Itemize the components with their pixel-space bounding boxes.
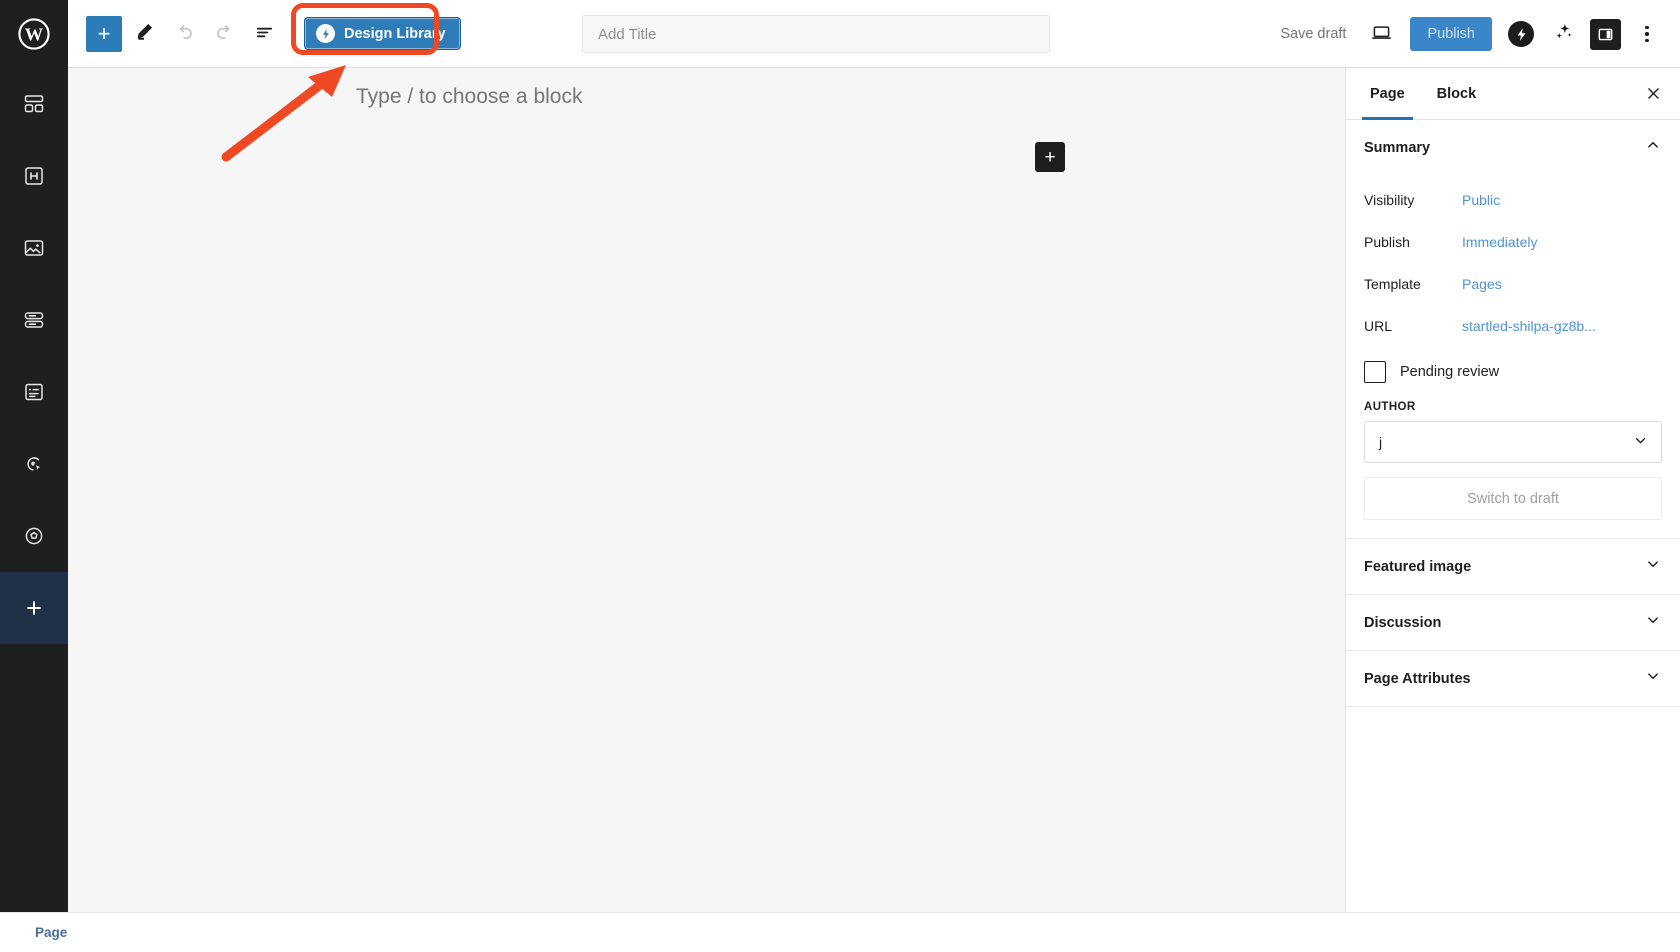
settings-sidebar: Page Block Summary Visibility Public Pub… (1345, 68, 1680, 912)
svg-text:W: W (25, 25, 44, 45)
publish-button[interactable]: Publish (1410, 17, 1492, 51)
discussion-section-header[interactable]: Discussion (1346, 595, 1680, 650)
three-dots-vertical-icon (1645, 25, 1649, 43)
save-draft-button[interactable]: Save draft (1268, 18, 1358, 50)
top-bar-right-tools: Save draft Publish (1268, 0, 1666, 68)
rail-item-interaction[interactable] (0, 428, 68, 500)
editor-bottom-bar: Page (0, 912, 1680, 952)
visibility-value[interactable]: Public (1462, 192, 1500, 208)
url-value[interactable]: startled-shilpa-gz8b... (1462, 318, 1596, 334)
summary-row-url: URL startled-shilpa-gz8b... (1364, 305, 1662, 347)
summary-row-template: Template Pages (1364, 263, 1662, 305)
rail-item-rows[interactable] (0, 284, 68, 356)
page-attributes-label: Page Attributes (1364, 670, 1471, 687)
publish-label: Publish (1364, 234, 1410, 250)
author-label: AUTHOR (1364, 401, 1416, 413)
design-library-area: Design Library (291, 3, 461, 55)
plugin-bolt-button[interactable] (1502, 15, 1540, 53)
sidebar-tabs: Page Block (1346, 68, 1680, 120)
close-sidebar-button[interactable] (1638, 80, 1668, 110)
page-title-field-wrapper (582, 15, 1050, 53)
rail-item-media[interactable] (0, 212, 68, 284)
rail-item-add[interactable] (0, 572, 68, 644)
summary-row-visibility: Visibility Public (1364, 179, 1662, 221)
desktop-preview-icon (1370, 21, 1393, 47)
plus-icon: + (1044, 146, 1056, 168)
chevron-down-icon (1644, 555, 1662, 578)
publish-value[interactable]: Immediately (1462, 234, 1537, 250)
summary-section-header[interactable]: Summary (1346, 120, 1680, 175)
sidebar-panel-icon (1589, 18, 1621, 50)
switch-to-draft-button[interactable]: Switch to draft (1364, 477, 1662, 520)
tab-page[interactable]: Page (1354, 68, 1421, 120)
redo-button[interactable] (206, 16, 242, 52)
close-x-icon (1645, 85, 1662, 105)
editor-canvas[interactable]: Type / to choose a block + (68, 68, 1345, 912)
sidebar-toggle-button[interactable] (1586, 15, 1624, 53)
options-menu-button[interactable] (1628, 15, 1666, 53)
pending-review-row: Pending review (1364, 361, 1662, 383)
template-value[interactable]: Pages (1462, 276, 1502, 292)
tab-block[interactable]: Block (1421, 68, 1493, 120)
add-block-button[interactable]: + (86, 15, 122, 52)
summary-title: Summary (1364, 139, 1431, 156)
featured-image-label: Featured image (1364, 558, 1472, 575)
top-bar-left-tools: + Design Library (68, 3, 461, 55)
visibility-label: Visibility (1364, 192, 1415, 208)
lightning-bolt-dark-icon (1508, 21, 1534, 47)
rail-item-document[interactable] (0, 356, 68, 428)
featured-image-section-header[interactable]: Featured image (1346, 539, 1680, 594)
design-library-label: Design Library (344, 25, 446, 42)
lightning-bolt-icon (316, 24, 335, 43)
sparkles-icon (1552, 21, 1575, 47)
template-label: Template (1364, 276, 1421, 292)
discussion-label: Discussion (1364, 614, 1442, 631)
editor-top-bar: + Design Library Add Title Save draft Pu… (68, 0, 1680, 68)
author-select[interactable]: j (1364, 421, 1662, 463)
design-library-button[interactable]: Design Library (304, 17, 461, 50)
wordpress-logo-icon[interactable]: W (0, 0, 68, 68)
wordpress-block-editor: W + Design Library Add Title Save draft … (0, 0, 1680, 952)
divider (1346, 706, 1680, 707)
rail-item-settings[interactable] (0, 500, 68, 572)
chevron-down-icon (1632, 432, 1649, 452)
chevron-up-icon (1644, 136, 1662, 159)
ai-assistant-button[interactable] (1544, 15, 1582, 53)
plus-icon: + (97, 20, 111, 46)
preview-button[interactable] (1362, 15, 1400, 53)
list-view-button[interactable] (246, 16, 282, 52)
page-attributes-section-header[interactable]: Page Attributes (1346, 651, 1680, 706)
url-label: URL (1364, 318, 1393, 334)
left-rail: W (0, 0, 68, 912)
page-title-input[interactable] (582, 15, 1050, 53)
pending-review-checkbox[interactable] (1364, 361, 1386, 383)
pending-review-label: Pending review (1400, 364, 1500, 380)
breadcrumb[interactable]: Page (35, 925, 67, 940)
summary-row-publish: Publish Immediately (1364, 221, 1662, 263)
summary-body: Visibility Public Publish Immediately Te… (1346, 175, 1680, 538)
author-value: j (1379, 434, 1383, 450)
chevron-down-icon (1644, 667, 1662, 690)
canvas-block-inserter-button[interactable]: + (1035, 142, 1065, 172)
rail-item-header[interactable] (0, 140, 68, 212)
edit-tool-button[interactable] (126, 16, 162, 52)
redo-arrow-icon (213, 21, 236, 47)
undo-arrow-icon (173, 21, 196, 47)
list-view-icon (253, 21, 276, 47)
rail-item-layout[interactable] (0, 68, 68, 140)
block-placeholder-text[interactable]: Type / to choose a block (356, 85, 582, 109)
undo-button[interactable] (166, 16, 202, 52)
pencil-icon (133, 21, 155, 46)
chevron-down-icon (1644, 611, 1662, 634)
